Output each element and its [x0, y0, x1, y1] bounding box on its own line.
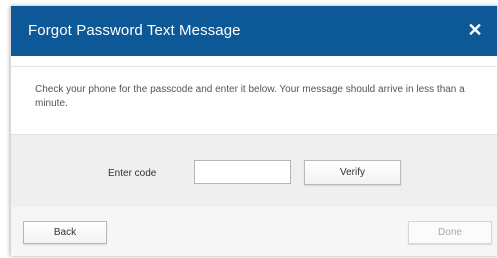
forgot-password-dialog: Forgot Password Text Message ✕ Check you…: [10, 6, 498, 256]
close-icon[interactable]: ✕: [465, 20, 485, 40]
verify-button[interactable]: Verify: [304, 160, 401, 185]
dialog-titlebar: Forgot Password Text Message ✕: [11, 6, 497, 56]
dialog-title: Forgot Password Text Message: [28, 22, 241, 39]
back-button[interactable]: Back: [23, 221, 107, 244]
done-button[interactable]: Done: [408, 221, 492, 244]
enter-code-label: Enter code: [108, 168, 157, 179]
instruction-message: Check your phone for the passcode and en…: [35, 84, 465, 109]
code-entry-row: Enter code Verify: [11, 134, 497, 208]
header-divider: [11, 56, 497, 67]
dialog-footer: Back Done: [11, 207, 497, 256]
code-input[interactable]: [194, 160, 291, 184]
